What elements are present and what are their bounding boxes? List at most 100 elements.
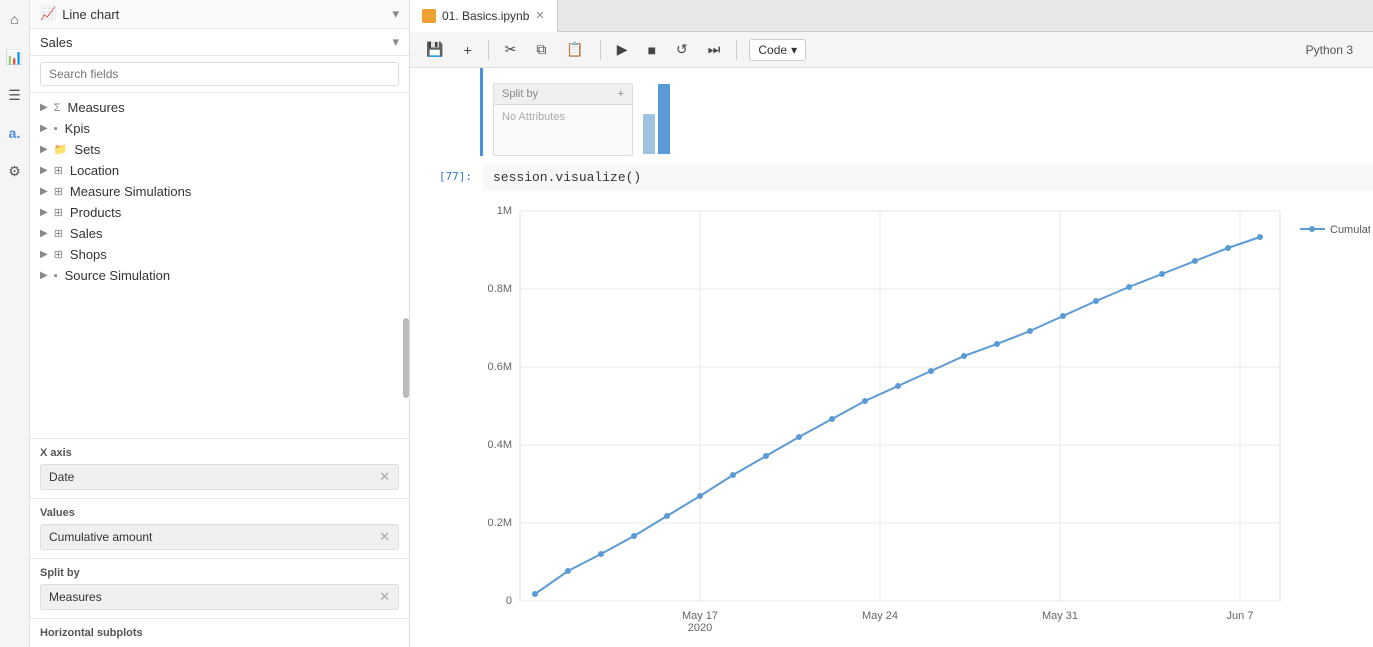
tree-label: Measure Simulations — [70, 184, 191, 199]
dot — [1027, 328, 1033, 334]
restart-button[interactable]: ↺ — [668, 37, 696, 62]
datasource-chevron: ▾ — [392, 34, 399, 50]
dot — [697, 493, 703, 499]
horizontal-label: Horizontal subplots — [40, 627, 399, 639]
tree-label: Sales — [70, 226, 103, 241]
expand-icon: ▶ — [40, 270, 48, 281]
tree-label: Measures — [68, 100, 125, 115]
notebook-content: Split by + No Attributes — [410, 68, 1373, 647]
svg-text:May 17: May 17 — [682, 610, 718, 622]
fast-forward-button[interactable]: ⏭ — [700, 37, 729, 62]
split-by-box: Split by + No Attributes — [493, 83, 633, 156]
bar-2 — [658, 84, 670, 154]
table-icon: ⊞ — [54, 227, 63, 240]
chart-type-label: Line chart — [62, 7, 119, 22]
legend-label: Cumulative amount — [1330, 224, 1370, 236]
tree-item-measures[interactable]: ▶ Σ Measures — [30, 97, 409, 118]
bar-preview — [643, 76, 670, 156]
tree-item-sets[interactable]: ▶ 📁 Sets — [30, 139, 409, 160]
puzzle-icon[interactable]: ⚙ — [4, 160, 26, 182]
sidebar-panel: 📈 Line chart ▾ Sales ▾ ▶ Σ Measures — [30, 0, 409, 647]
tree-label: Location — [70, 163, 119, 178]
expand-icon: ▶ — [40, 102, 48, 113]
tree-item-products[interactable]: ▶ ⊞ Products — [30, 202, 409, 223]
datasource-selector[interactable]: Sales ▾ — [30, 29, 409, 56]
datasource-label: Sales — [40, 35, 73, 50]
xaxis-field[interactable]: Date ✕ — [40, 464, 399, 490]
tree-item-kpis[interactable]: ▶ ▪ Kpis — [30, 118, 409, 139]
dot — [1159, 271, 1165, 277]
code-dropdown[interactable]: Code ▾ — [749, 39, 806, 61]
split-by-add-icon[interactable]: + — [618, 88, 624, 100]
chart-type-selector[interactable]: 📈 Line chart ▾ — [30, 0, 409, 29]
splitby-label: Split by — [40, 567, 399, 579]
horizontal-section: Horizontal subplots — [30, 618, 409, 647]
dot — [895, 383, 901, 389]
tree-label: Sets — [74, 142, 100, 157]
stop-button[interactable]: ■ — [640, 38, 664, 62]
toolbar: 💾 + ✂ ⧉ 📋 ▶ ■ ↺ ⏭ Code ▾ Python 3 — [410, 32, 1373, 68]
notebook-icon — [422, 9, 436, 23]
run-button[interactable]: ▶ — [609, 37, 636, 62]
line-chart: 0 0.2M 0.4M 0.6M 0.8M 1M May 17 2020 May… — [480, 201, 1370, 631]
dot — [928, 368, 934, 374]
splitby-remove-button[interactable]: ✕ — [379, 589, 390, 605]
dot — [796, 434, 802, 440]
expand-icon: ▶ — [40, 228, 48, 239]
paste-button[interactable]: 📋 — [558, 37, 591, 62]
separator — [488, 40, 489, 60]
dot — [862, 398, 868, 404]
add-cell-button[interactable]: + — [455, 38, 479, 62]
save-button[interactable]: 💾 — [418, 37, 451, 62]
split-by-header: Split by + — [494, 84, 632, 105]
splitby-field[interactable]: Measures ✕ — [40, 584, 399, 610]
dot — [1060, 313, 1066, 319]
values-remove-button[interactable]: ✕ — [379, 529, 390, 545]
search-bar — [30, 56, 409, 93]
svg-text:0.8M: 0.8M — [488, 283, 512, 295]
code-dropdown-label: Code — [758, 43, 787, 57]
svg-text:0.2M: 0.2M — [488, 517, 512, 529]
home-icon[interactable]: ⌂ — [4, 8, 26, 30]
brand-icon[interactable]: a. — [4, 122, 26, 144]
dot — [565, 568, 571, 574]
cut-button[interactable]: ✂ — [497, 37, 525, 62]
code-text: session.visualize() — [493, 170, 641, 185]
tree-item-measure-simulations[interactable]: ▶ ⊞ Measure Simulations — [30, 181, 409, 202]
values-section: Values Cumulative amount ✕ — [30, 498, 409, 558]
dot — [1257, 234, 1263, 240]
expand-icon: ▶ — [40, 249, 48, 260]
tree-item-shops[interactable]: ▶ ⊞ Shops — [30, 244, 409, 265]
search-input[interactable] — [40, 62, 399, 86]
expand-icon: ▶ — [40, 165, 48, 176]
copy-button[interactable]: ⧉ — [528, 37, 554, 62]
code-content[interactable]: session.visualize() — [483, 164, 1373, 191]
expand-icon: ▶ — [40, 207, 48, 218]
chart-output: 0 0.2M 0.4M 0.6M 0.8M 1M May 17 2020 May… — [410, 191, 1373, 631]
python-badge: Python 3 — [1294, 43, 1365, 57]
chart-icon[interactable]: 📊 — [4, 46, 26, 68]
sigma-icon: Σ — [54, 102, 61, 114]
tree-item-source-simulation[interactable]: ▶ ▪ Source Simulation — [30, 265, 409, 286]
separator — [600, 40, 601, 60]
expand-icon: ▶ — [40, 123, 48, 134]
tree-label: Shops — [70, 247, 107, 262]
tree-label: Products — [70, 205, 121, 220]
xaxis-remove-button[interactable]: ✕ — [379, 469, 390, 485]
dot — [631, 533, 637, 539]
dot — [829, 416, 835, 422]
values-field[interactable]: Cumulative amount ✕ — [40, 524, 399, 550]
tree-item-sales[interactable]: ▶ ⊞ Sales — [30, 223, 409, 244]
icon-bar: ⌂ 📊 ☰ a. ⚙ — [0, 0, 30, 647]
tree-label: Source Simulation — [65, 268, 171, 283]
close-tab-button[interactable]: ✕ — [535, 9, 544, 22]
dot — [664, 513, 670, 519]
tree-item-location[interactable]: ▶ ⊞ Location — [30, 160, 409, 181]
notebook-tab[interactable]: 01. Basics.ipynb ✕ — [410, 0, 558, 32]
output-cell: Split by + No Attributes — [410, 68, 1373, 156]
cell-body: Split by + No Attributes — [483, 68, 1373, 156]
expand-icon: ▶ — [40, 186, 48, 197]
legend-dot — [1309, 226, 1315, 232]
svg-text:0.6M: 0.6M — [488, 361, 512, 373]
list-icon[interactable]: ☰ — [4, 84, 26, 106]
